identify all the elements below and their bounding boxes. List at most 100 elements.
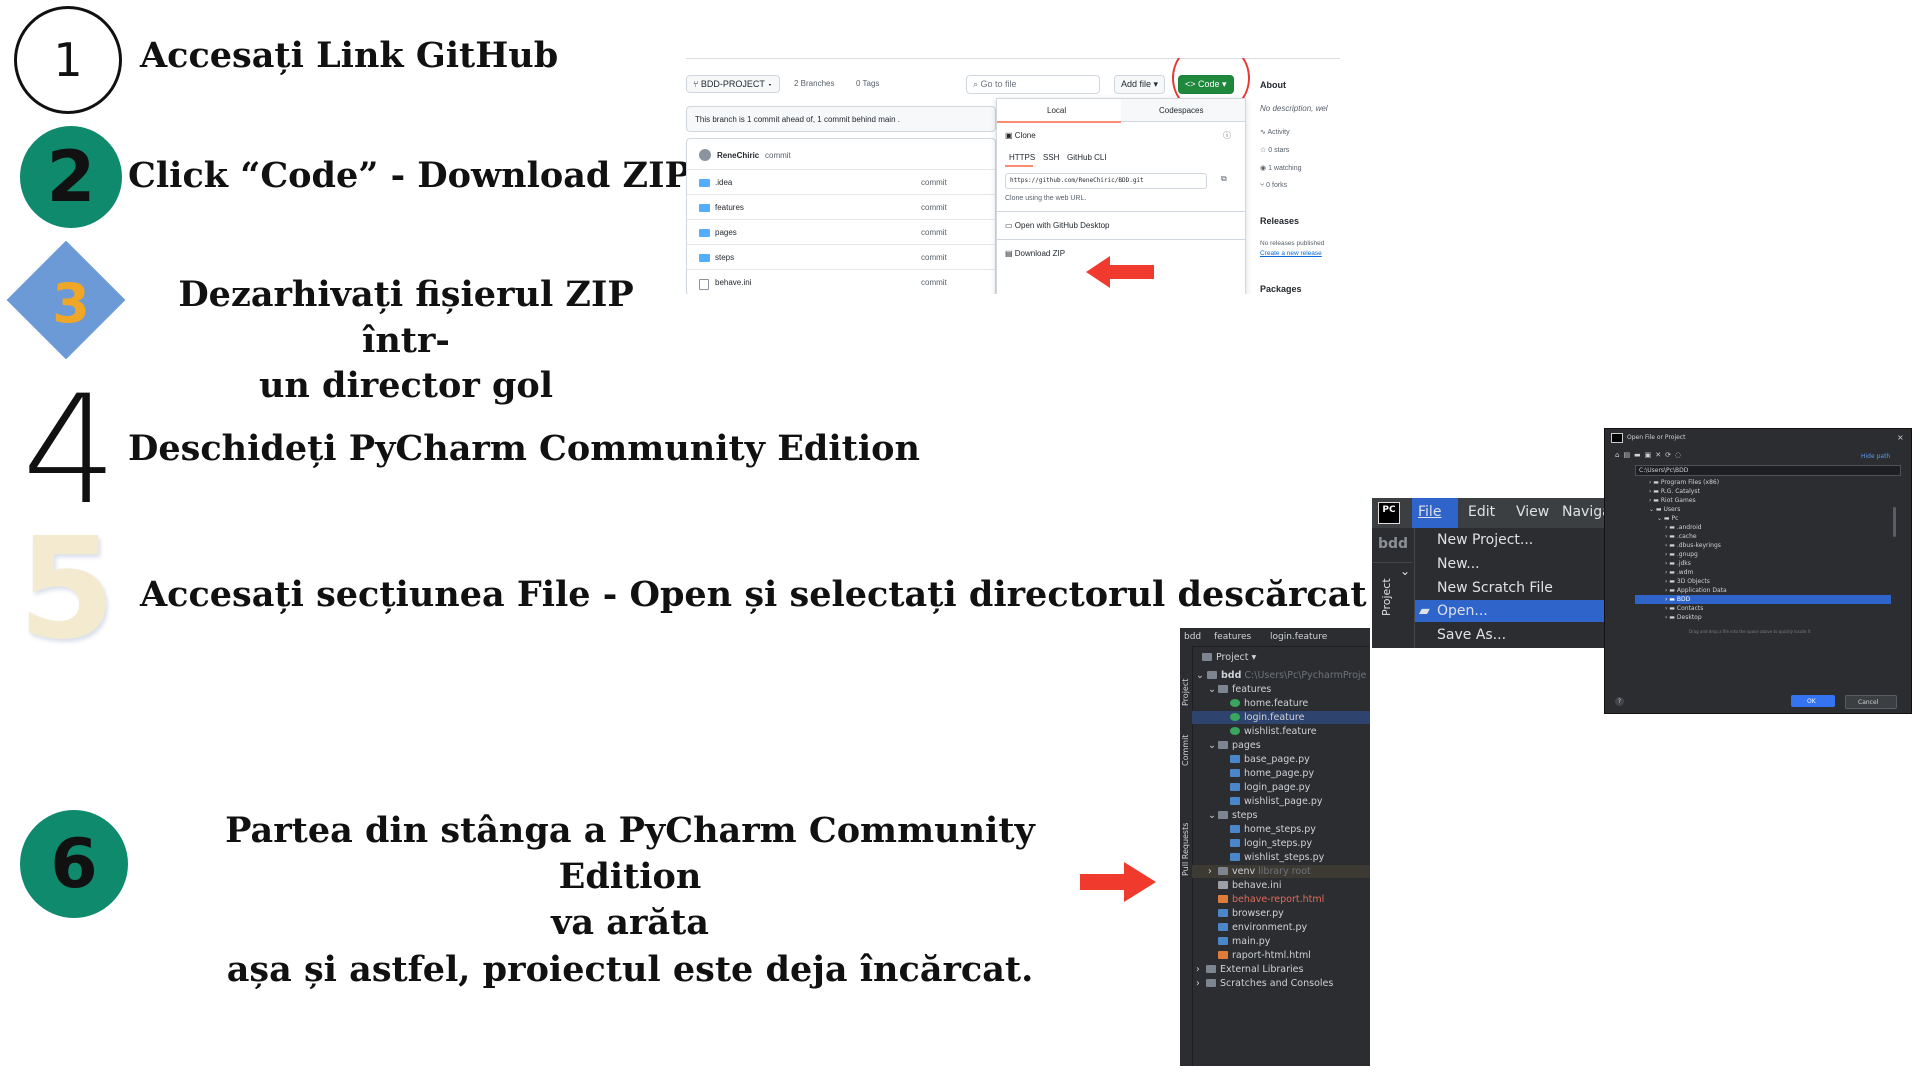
tree-node-label: home_steps.py xyxy=(1244,824,1316,835)
tree-item[interactable]: › ▬ Contacts xyxy=(1665,605,1703,612)
tree-node[interactable]: login_page.py xyxy=(1220,782,1310,793)
tree-item[interactable]: › ▬ .jdks xyxy=(1665,560,1691,567)
tree-node[interactable]: wishlist.feature xyxy=(1220,726,1317,737)
menu-edit[interactable]: Edit xyxy=(1468,504,1495,520)
project-side-tab[interactable]: Project xyxy=(1380,578,1393,616)
tree-item-selected[interactable]: › ▬ BDD xyxy=(1665,596,1690,603)
menu-file[interactable]: File xyxy=(1418,504,1441,520)
file-row[interactable]: behave.ini commit xyxy=(687,269,995,294)
tags-link[interactable]: 0 Tags xyxy=(856,79,879,88)
menu-new-project[interactable]: New Project... xyxy=(1437,532,1533,548)
tree-node[interactable]: wishlist_steps.py xyxy=(1220,852,1324,863)
file-row[interactable]: features commit xyxy=(687,194,995,220)
tab-local[interactable]: Local xyxy=(997,99,1121,123)
tree-node[interactable]: home.feature xyxy=(1220,698,1308,709)
menu-save-as[interactable]: Save As... xyxy=(1437,627,1506,643)
protocol-ssh[interactable]: SSH xyxy=(1043,153,1059,162)
about-forks[interactable]: ⑂ 0 forks xyxy=(1260,182,1287,189)
about-watching[interactable]: ◉ 1 watching xyxy=(1260,164,1302,172)
tree-node[interactable]: › venv library root xyxy=(1208,866,1311,877)
tree-item[interactable]: › ▬ .dbus-keyrings xyxy=(1665,542,1721,549)
tree-root[interactable]: ⌄ bdd C:\Users\Pc\PycharmProje xyxy=(1196,670,1366,681)
breadcrumb-file[interactable]: login.feature xyxy=(1270,632,1327,642)
dialog-scrollbar[interactable] xyxy=(1893,507,1896,537)
tree-item[interactable]: › ▬ R.G. Catalyst xyxy=(1649,488,1700,495)
tree-item[interactable]: › ▬ Desktop xyxy=(1665,614,1702,621)
tree-node[interactable]: login.feature xyxy=(1220,712,1304,723)
breadcrumb-root[interactable]: bdd xyxy=(1184,632,1201,642)
help-button[interactable]: ? xyxy=(1615,697,1624,706)
help-icon[interactable]: ⓘ xyxy=(1223,130,1231,141)
about-activity[interactable]: ∿ Activity xyxy=(1260,128,1290,136)
tree-item[interactable]: › ▬ .wdm xyxy=(1665,569,1693,576)
dialog-toolbar-icons[interactable]: ⌂▤▬▣✕⟳◌ xyxy=(1615,451,1685,459)
menu-view[interactable]: View xyxy=(1516,504,1549,520)
side-tab-pull-requests[interactable]: Pull Requests xyxy=(1181,823,1190,876)
file-row[interactable]: .idea commit xyxy=(687,169,995,195)
open-desktop-item[interactable]: ▭ Open with GitHub Desktop xyxy=(1005,221,1110,230)
tree-node-label: features xyxy=(1232,684,1272,695)
download-zip-item[interactable]: ▤ Download ZIP xyxy=(1005,249,1065,258)
file-row[interactable]: pages commit xyxy=(687,219,995,245)
tree-item[interactable]: › ▬ .cache xyxy=(1665,533,1697,540)
create-release-link[interactable]: Create a new release xyxy=(1260,250,1322,257)
protocol-https[interactable]: HTTPS xyxy=(1009,153,1035,162)
tree-item[interactable]: ⌄ ▬ Users xyxy=(1649,506,1680,513)
tree-node[interactable]: › Scratches and Consoles xyxy=(1196,978,1333,989)
collapse-icon[interactable]: ⌄ xyxy=(1400,564,1410,578)
tree-item[interactable]: ⌄ ▬ Pc xyxy=(1657,515,1678,522)
file-row[interactable]: steps commit xyxy=(687,244,995,270)
tree-node[interactable]: browser.py xyxy=(1208,908,1284,919)
tree-item[interactable]: › ▬ Program Files (x86) xyxy=(1649,479,1719,486)
about-stars[interactable]: ☆ 0 stars xyxy=(1260,146,1289,154)
add-file-button[interactable]: Add file ▾ xyxy=(1114,75,1166,94)
breadcrumb-features[interactable]: features xyxy=(1214,632,1251,642)
tree-item[interactable]: › ▬ Application Data xyxy=(1665,587,1727,594)
tree-node[interactable]: wishlist_page.py xyxy=(1220,796,1322,807)
tree-node[interactable]: raport-html.html xyxy=(1208,950,1311,961)
py-icon xyxy=(1218,909,1228,917)
file-commit: commit xyxy=(921,253,947,262)
tree-node[interactable]: home_page.py xyxy=(1220,768,1314,779)
branch-select[interactable]: ⑂ BDD-PROJECT ▾ xyxy=(686,75,780,93)
tree-item[interactable]: › ▬ 3D Objects xyxy=(1665,578,1710,585)
tree-node[interactable]: main.py xyxy=(1208,936,1270,947)
copy-icon[interactable]: ⧉ xyxy=(1221,174,1227,184)
tree-item[interactable]: › ▬ .android xyxy=(1665,524,1702,531)
folder-icon xyxy=(1218,685,1228,693)
tree-node[interactable]: ⌄ pages xyxy=(1208,740,1261,751)
menu-new-scratch[interactable]: New Scratch File xyxy=(1437,580,1553,596)
tree-node[interactable]: login_steps.py xyxy=(1220,838,1312,849)
menu-open[interactable]: Open... xyxy=(1437,603,1488,619)
path-input[interactable]: C:\Users\Pc\BDD xyxy=(1635,465,1901,476)
author-name[interactable]: ReneChiric xyxy=(717,151,759,160)
tree-item[interactable]: › ▬ Riot Games xyxy=(1649,497,1696,504)
tree-node[interactable]: ⌄ steps xyxy=(1208,810,1258,821)
protocol-cli[interactable]: GitHub CLI xyxy=(1067,153,1107,162)
tree-node[interactable]: environment.py xyxy=(1208,922,1307,933)
ok-button[interactable]: OK xyxy=(1791,695,1835,707)
go-to-file-input[interactable]: ⌕ Go to file xyxy=(966,75,1100,94)
project-header-label: Project xyxy=(1216,652,1249,663)
step-3-text: Dezarhivați fișierul ZIP într- un direct… xyxy=(136,272,676,409)
branches-link[interactable]: 2 Branches xyxy=(794,79,834,88)
tree-node[interactable]: behave.ini xyxy=(1208,880,1282,891)
project-view-header[interactable]: Project ▾ xyxy=(1202,652,1256,663)
hide-path-link[interactable]: Hide path xyxy=(1861,453,1890,460)
clone-url-input[interactable]: https://github.com/ReneChiric/BDD.git xyxy=(1005,173,1207,189)
tree-node[interactable]: › External Libraries xyxy=(1196,964,1303,975)
menu-navigate[interactable]: Naviga xyxy=(1562,504,1608,520)
tree-item[interactable]: › ▬ .gnupg xyxy=(1665,551,1698,558)
tree-node[interactable]: base_page.py xyxy=(1220,754,1310,765)
close-icon[interactable]: × xyxy=(1897,433,1904,442)
tree-node[interactable]: home_steps.py xyxy=(1220,824,1316,835)
tree-node[interactable]: ⌄ features xyxy=(1208,684,1271,695)
step-3-line-2: un director gol xyxy=(258,365,554,406)
side-tab-commit[interactable]: Commit xyxy=(1181,735,1190,766)
menu-new[interactable]: New... xyxy=(1437,556,1480,572)
side-tab-project[interactable]: Project xyxy=(1181,679,1190,706)
tree-node-label: browser.py xyxy=(1232,908,1284,919)
tab-codespaces[interactable]: Codespaces xyxy=(1121,99,1245,122)
tree-node[interactable]: behave-report.html xyxy=(1208,894,1324,905)
cancel-button[interactable]: Cancel xyxy=(1845,695,1897,709)
